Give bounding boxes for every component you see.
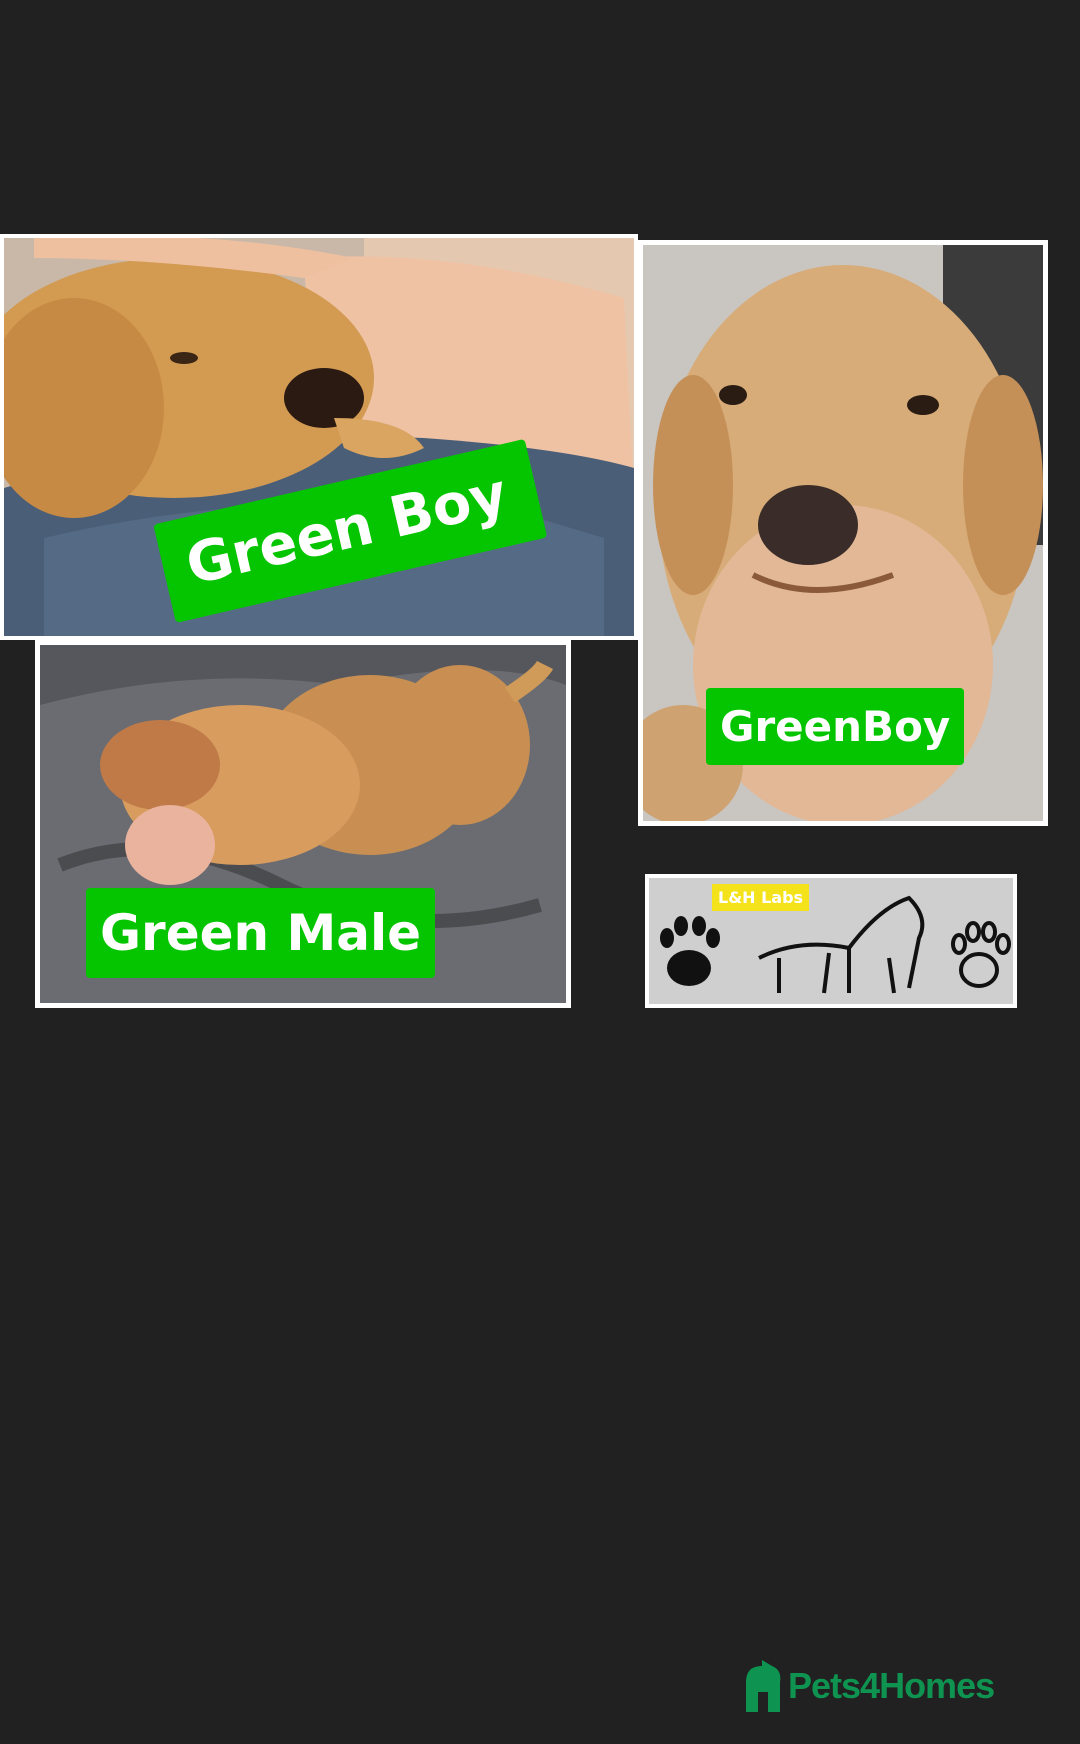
pets4homes-icon — [746, 1660, 781, 1712]
labs-logo-image — [649, 878, 1013, 1004]
label-greenboy: GreenBoy — [706, 688, 965, 765]
pets4homes-logo: Pets4Homes — [742, 1658, 995, 1714]
label-lh-labs: L&H Labs — [712, 884, 810, 911]
photo-lh-labs-banner — [645, 874, 1017, 1008]
label-green-male: Green Male — [86, 888, 436, 978]
brand-name: Pets4Homes — [788, 1665, 995, 1706]
